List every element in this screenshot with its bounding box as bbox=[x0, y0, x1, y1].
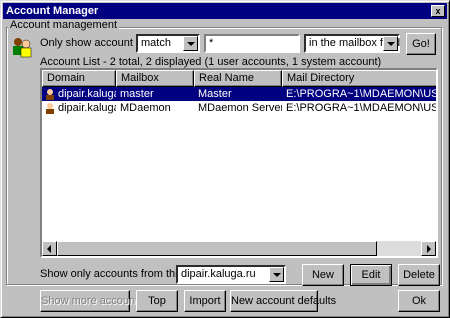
window-title: Account Manager bbox=[6, 5, 99, 17]
scroll-thumb[interactable] bbox=[57, 241, 377, 256]
chevron-down-icon[interactable] bbox=[183, 36, 198, 51]
cell-real-name: MDaemon Server bbox=[198, 102, 282, 114]
table-row[interactable]: dipair.kaluga.ru MDaemon MDaemon Server … bbox=[42, 101, 438, 115]
scroll-right-icon[interactable] bbox=[421, 241, 436, 256]
match-select[interactable]: match bbox=[136, 34, 200, 53]
cell-mailbox: master bbox=[120, 88, 154, 100]
top-button[interactable]: Top bbox=[136, 290, 178, 312]
user-icon bbox=[46, 103, 54, 114]
cell-real-name: Master bbox=[198, 88, 232, 100]
show-more-accounts-button[interactable]: Show more accounts bbox=[40, 290, 144, 312]
cell-mail-directory: E:\PROGRA~1\MDAEMON\USERS\comp bbox=[286, 102, 438, 114]
list-summary: Account List - 2 total, 2 displayed (1 u… bbox=[40, 56, 382, 68]
new-button[interactable]: New bbox=[302, 264, 344, 286]
users-icon bbox=[13, 38, 32, 58]
chevron-down-icon[interactable] bbox=[383, 36, 398, 51]
delete-button[interactable]: Delete bbox=[398, 264, 440, 286]
title-bar: Account Manager x bbox=[3, 3, 447, 19]
cell-domain: dipair.kaluga.ru bbox=[58, 88, 116, 100]
group-label: Account management bbox=[8, 19, 120, 31]
pattern-input[interactable]: * bbox=[204, 34, 300, 53]
chevron-down-icon[interactable] bbox=[269, 267, 284, 282]
cell-mailbox: MDaemon bbox=[120, 102, 171, 114]
list-header: Domain Mailbox Real Name Mail Directory bbox=[42, 70, 436, 87]
close-icon[interactable]: x bbox=[431, 5, 445, 17]
column-mailbox[interactable]: Mailbox bbox=[116, 70, 194, 87]
edit-button[interactable]: Edit bbox=[350, 264, 392, 286]
field-select[interactable]: in the mailbox field bbox=[304, 34, 400, 53]
column-domain[interactable]: Domain bbox=[42, 70, 116, 87]
user-icon bbox=[46, 89, 54, 100]
ok-button[interactable]: Ok bbox=[398, 290, 440, 312]
scroll-left-icon[interactable] bbox=[42, 241, 57, 256]
new-account-defaults-button[interactable]: New account defaults bbox=[230, 290, 336, 312]
table-row[interactable]: dipair.kaluga.ru master Master E:\PROGRA… bbox=[42, 87, 438, 101]
column-mail-directory[interactable]: Mail Directory bbox=[282, 70, 436, 87]
column-real-name[interactable]: Real Name bbox=[194, 70, 282, 87]
domain-select[interactable]: dipair.kaluga.ru bbox=[176, 265, 286, 284]
horizontal-scrollbar[interactable] bbox=[42, 241, 436, 256]
account-list[interactable]: Domain Mailbox Real Name Mail Directory … bbox=[40, 68, 438, 258]
cell-mail-directory: E:\PROGRA~1\MDAEMON\USERS\dipair. bbox=[286, 88, 438, 100]
import-button[interactable]: Import bbox=[184, 290, 226, 312]
cell-domain: dipair.kaluga.ru bbox=[58, 102, 116, 114]
go-button[interactable]: Go! bbox=[406, 33, 436, 55]
